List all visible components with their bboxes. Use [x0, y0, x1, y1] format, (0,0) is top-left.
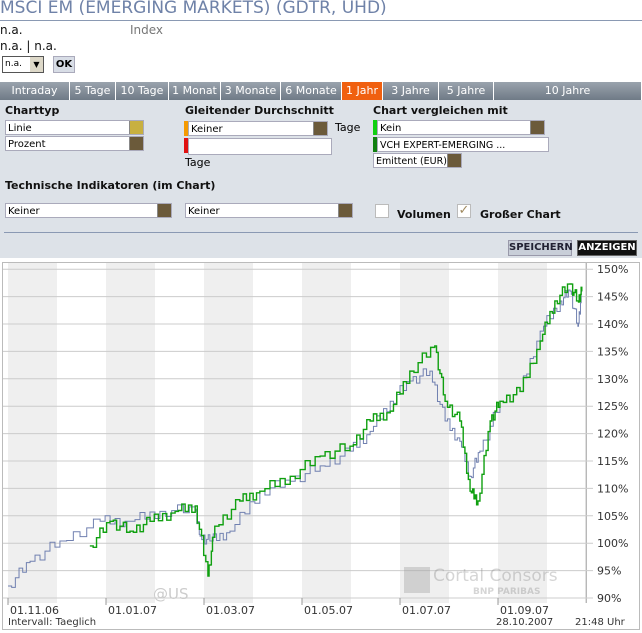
y-tick-label: 145%	[597, 291, 628, 304]
volumen-checkbox[interactable]	[375, 204, 389, 218]
y-tick-label: 115%	[597, 455, 628, 468]
compare1-select[interactable]: Kein	[377, 120, 545, 135]
chevron-down-icon	[447, 154, 461, 167]
x-tick-label: 01.01.07	[108, 604, 157, 617]
compare2-input[interactable]: VCH EXPERT-EMERGING ...	[377, 137, 549, 152]
volumen-label: Volumen	[397, 208, 451, 221]
chevron-down-icon	[157, 204, 171, 217]
chevron-down-icon	[129, 137, 143, 150]
tab-5-jahre[interactable]: 5 Jahre	[439, 82, 494, 100]
x-tick-label: 01.07.07	[402, 604, 451, 617]
interval-label: Intervall: Taeglich	[8, 617, 96, 628]
compare1-value: Kein	[380, 123, 402, 134]
charttyp-label: Charttyp	[5, 104, 60, 117]
scale-select[interactable]: Prozent	[5, 136, 144, 151]
charttyp-value: Linie	[8, 123, 32, 134]
svg-text:Cortal Consors: Cortal Consors	[433, 566, 558, 586]
y-tick-label: 135%	[597, 345, 628, 358]
charttyp-select[interactable]: Linie	[5, 120, 144, 135]
month-band	[106, 263, 155, 603]
chevron-down-icon: ▼	[30, 57, 43, 72]
y-tick-label: 125%	[597, 400, 628, 413]
change: n.a. | n.a.	[0, 39, 57, 53]
y-tick-label: 95%	[597, 565, 621, 578]
month-band	[498, 263, 547, 603]
y-tick-label: 105%	[597, 510, 628, 523]
chart-settings-panel: Charttyp Linie Prozent Gleitender Durchs…	[0, 100, 642, 258]
price-chart: Cortal Consors BNP PARIBAS @US 90% 95% 100…	[2, 262, 640, 630]
compare-source-value: Emittent (EUR)	[376, 156, 447, 167]
divider	[0, 20, 642, 21]
month-band	[302, 263, 351, 603]
period-tabs: Intraday 5 Tage 10 Tage 1 Monat 3 Monate…	[0, 82, 642, 100]
chart-time: 21:48 Uhr	[575, 617, 626, 628]
ok-button[interactable]: OK	[53, 56, 75, 73]
instrument-type: Index	[130, 23, 164, 37]
gd2-unit: Tage	[185, 156, 211, 169]
ti2-value: Keiner	[188, 206, 220, 217]
chart-logo: Cortal Consors BNP PARIBAS	[404, 566, 558, 597]
chart-date: 28.10.2007	[496, 617, 553, 628]
y-tick-label: 100%	[597, 537, 628, 550]
chevron-down-icon	[530, 121, 544, 134]
chevron-down-icon	[129, 121, 143, 134]
y-tick-label: 150%	[597, 263, 628, 276]
y-tick-label: 120%	[597, 428, 628, 441]
month-band	[400, 263, 449, 603]
tab-5-tage[interactable]: 5 Tage	[70, 82, 116, 100]
tab-6-monate[interactable]: 6 Monate	[281, 82, 342, 100]
show-button[interactable]: ANZEIGEN	[577, 240, 637, 256]
x-tick-label: 01.03.07	[206, 604, 255, 617]
tab-intraday[interactable]: Intraday	[0, 82, 70, 100]
x-tick-label: 01.05.07	[304, 604, 353, 617]
compare-source-select[interactable]: Emittent (EUR)	[373, 153, 462, 168]
exchange-value: n.a.	[5, 59, 22, 69]
exchange-select[interactable]: n.a. ▼	[2, 56, 44, 73]
price: n.a.	[0, 23, 23, 37]
y-tick-label: 140%	[597, 318, 628, 331]
tab-10-jahre[interactable]: 10 Jahre	[494, 82, 642, 100]
tab-3-jahre[interactable]: 3 Jahre	[383, 82, 439, 100]
ti2-select[interactable]: Keiner	[185, 203, 353, 218]
ti1-select[interactable]: Keiner	[5, 203, 172, 218]
x-tick-label: 01.09.07	[500, 604, 549, 617]
gd1-select[interactable]: Keiner	[188, 121, 328, 136]
gd1-value: Keiner	[191, 124, 223, 135]
grosser-chart-checkbox[interactable]: ✓	[457, 204, 471, 218]
ti1-value: Keiner	[8, 206, 40, 217]
y-tick-label: 110%	[597, 482, 628, 495]
y-tick-label: 90%	[597, 592, 621, 605]
tab-1-monat[interactable]: 1 Monat	[169, 82, 221, 100]
scale-value: Prozent	[8, 139, 46, 150]
gd2-days-input[interactable]	[188, 138, 332, 155]
tab-1-jahr[interactable]: 1 Jahr	[342, 82, 383, 100]
month-band	[8, 263, 57, 603]
divider	[4, 232, 638, 233]
watermark: @US	[153, 585, 189, 603]
chevron-down-icon	[313, 122, 327, 135]
tab-10-tage[interactable]: 10 Tage	[116, 82, 169, 100]
gd-label: Gleitender Durchschnitt	[185, 104, 334, 117]
gd1-unit: Tage	[335, 121, 361, 134]
tab-3-monate[interactable]: 3 Monate	[221, 82, 281, 100]
grosser-chart-label: Großer Chart	[480, 208, 561, 221]
ti-label: Technische Indikatoren (im Chart)	[5, 179, 216, 192]
page-title: MSCI EM (EMERGING MARKETS) (GDTR, UHD)	[0, 0, 387, 18]
svg-text:BNP PARIBAS: BNP PARIBAS	[473, 587, 540, 597]
compare-label: Chart vergleichen mit	[373, 104, 508, 117]
chevron-down-icon	[338, 204, 352, 217]
y-tick-label: 130%	[597, 373, 628, 386]
save-button[interactable]: SPEICHERN	[508, 240, 573, 256]
x-tick-label: 01.11.06	[10, 604, 59, 617]
